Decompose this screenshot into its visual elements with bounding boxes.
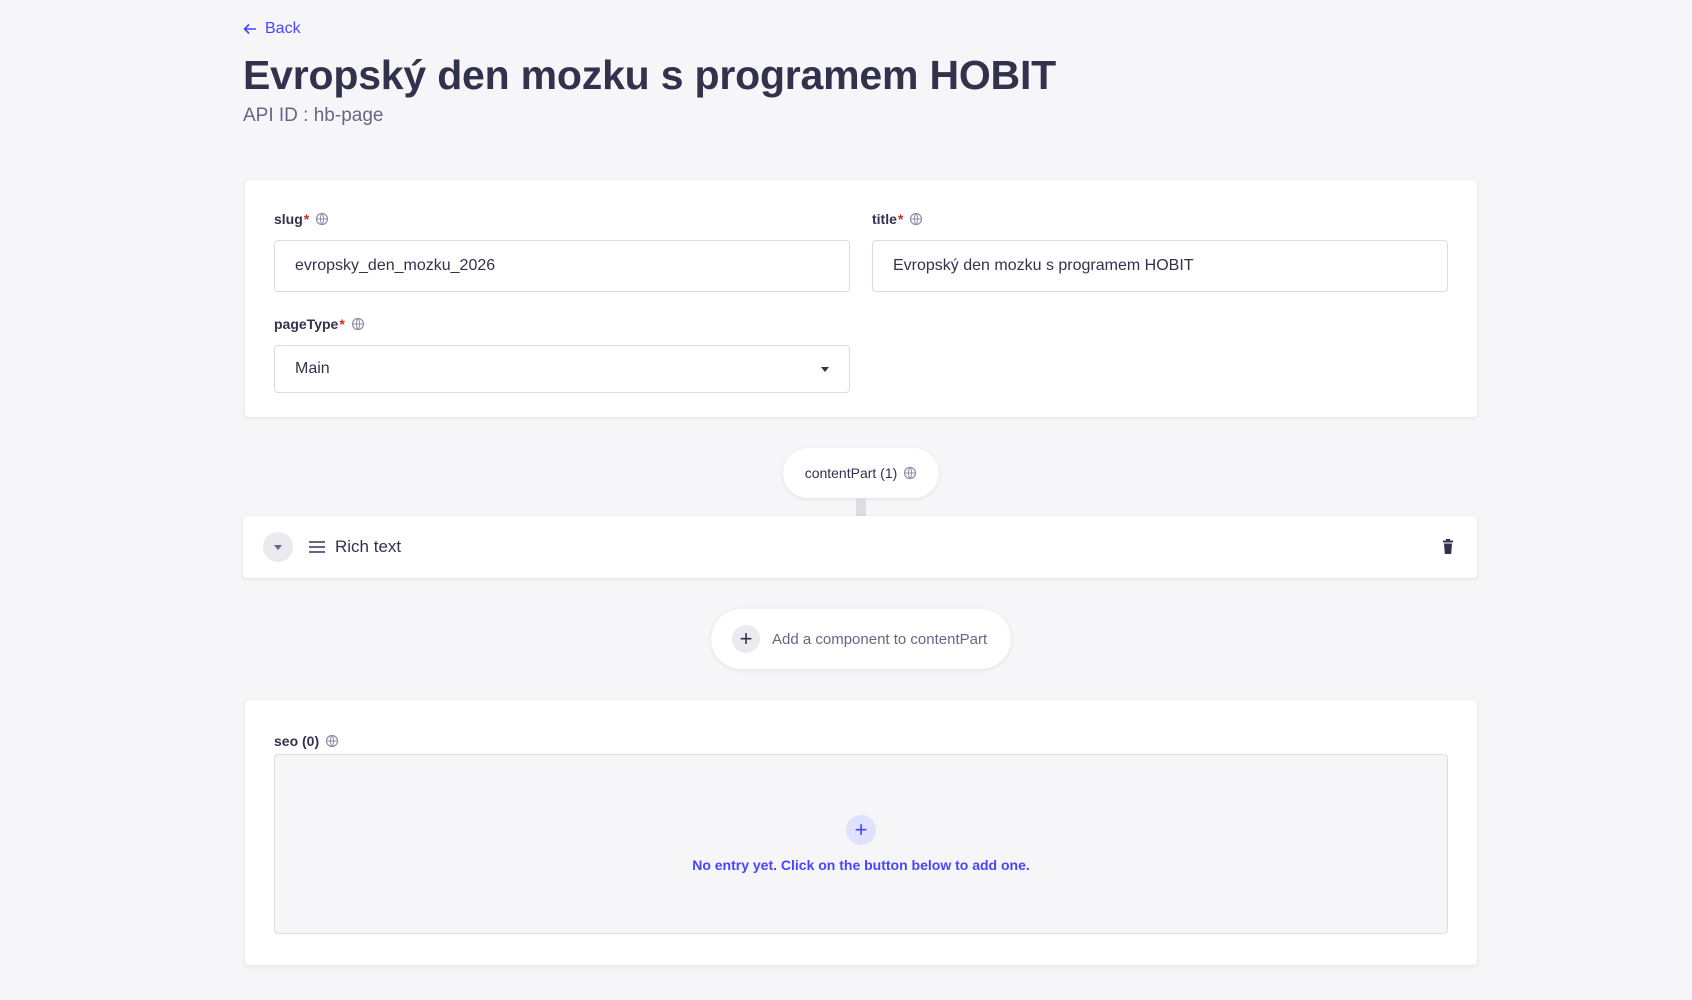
page-type-select[interactable]: Main xyxy=(274,345,850,393)
slug-field: slug * evropsky_den_mozku_2026 xyxy=(274,210,850,292)
page-title: Evropský den mozku s programem HOBIT xyxy=(243,52,1057,98)
collapse-toggle-button[interactable] xyxy=(263,532,293,562)
globe-icon xyxy=(904,466,917,480)
page-type-value: Main xyxy=(295,360,330,377)
chevron-down-icon xyxy=(274,544,282,550)
title-input[interactable]: Evropský den mozku s programem HOBIT xyxy=(872,240,1448,292)
required-mark: * xyxy=(897,211,904,227)
title-field: title * Evropský den mozku s programem H… xyxy=(872,210,1448,292)
back-label: Back xyxy=(265,20,301,37)
required-mark: * xyxy=(339,316,345,332)
drag-handle-icon[interactable] xyxy=(309,541,325,553)
arrow-left-icon xyxy=(243,23,256,35)
page-type-field: pageType * Main xyxy=(274,315,850,393)
add-component-button[interactable]: + Add a component to contentPart xyxy=(711,609,1011,669)
seo-empty-state[interactable]: + No entry yet. Click on the button belo… xyxy=(274,754,1448,934)
api-id: API ID : hb-page xyxy=(243,105,384,126)
content-part-label-text: contentPart (1) xyxy=(804,465,898,481)
seo-label: seo (0) xyxy=(274,732,339,750)
component-rich-text: Rich text xyxy=(243,516,1477,578)
add-component-label: Add a component to contentPart xyxy=(772,630,988,648)
plus-icon[interactable]: + xyxy=(846,815,876,845)
globe-icon xyxy=(326,734,339,748)
seo-card: seo (0) + No entry yet. Click on the but… xyxy=(245,700,1477,965)
content-part-label: contentPart (1) xyxy=(783,448,939,498)
globe-icon xyxy=(351,317,364,331)
plus-icon: + xyxy=(732,625,760,653)
globe-icon xyxy=(910,212,923,226)
trash-icon[interactable] xyxy=(1439,538,1457,556)
globe-icon xyxy=(316,212,329,226)
required-mark: * xyxy=(303,211,310,227)
chevron-down-icon xyxy=(821,366,829,372)
slug-label: slug xyxy=(274,211,303,227)
connector-line xyxy=(856,498,866,516)
component-name: Rich text xyxy=(335,537,402,556)
title-label: title xyxy=(872,211,897,227)
page-type-label: pageType xyxy=(274,316,339,332)
fields-card: slug * evropsky_den_mozku_2026 title * E… xyxy=(245,180,1477,417)
back-link[interactable]: Back xyxy=(243,20,301,38)
slug-input[interactable]: evropsky_den_mozku_2026 xyxy=(274,240,850,292)
seo-empty-text: No entry yet. Click on the button below … xyxy=(692,857,1030,873)
seo-label-text: seo (0) xyxy=(274,733,320,749)
